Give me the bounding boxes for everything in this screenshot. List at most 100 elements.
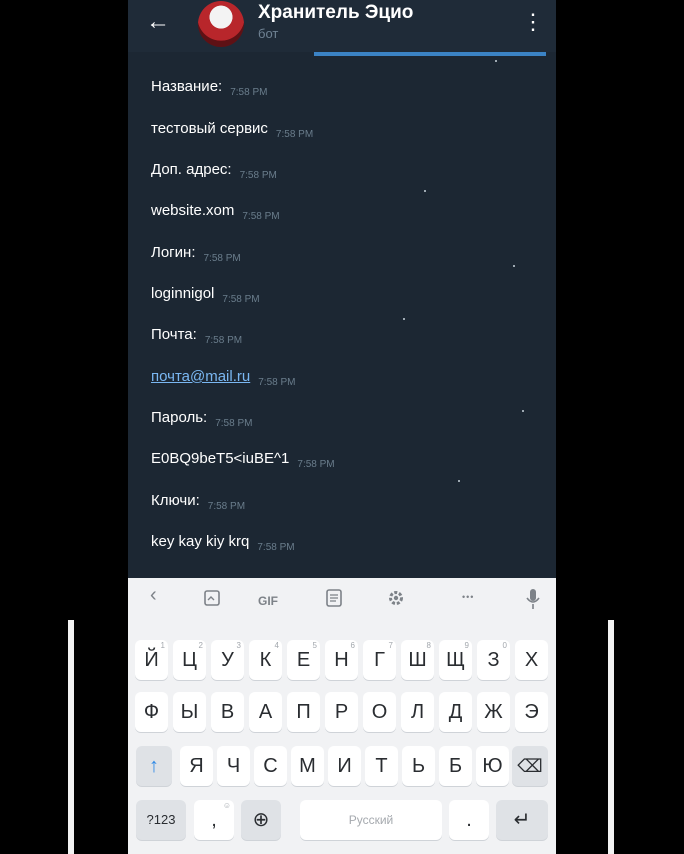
key-label: Ж bbox=[484, 701, 503, 723]
background-star bbox=[424, 190, 426, 192]
letter-key[interactable]: М bbox=[291, 746, 324, 786]
letter-key[interactable]: В bbox=[211, 692, 244, 732]
message-bubble: website.xom 7:58 PM bbox=[151, 202, 280, 222]
comma-key-secondary: ☺ bbox=[222, 801, 231, 810]
message-text: Пароль: bbox=[151, 409, 208, 426]
onscreen-keyboard: ‹ GIF ••• 1Й2Ц3У4К5Е6Н7Г8Ш9Щ0ЗХ ФЫВАПРОЛ… bbox=[128, 578, 556, 854]
letter-key[interactable]: 9Щ bbox=[439, 640, 472, 680]
key-label: Ш bbox=[408, 649, 427, 671]
letter-key[interactable]: Л bbox=[401, 692, 434, 732]
key-label: Е bbox=[296, 649, 311, 671]
letter-key[interactable]: 8Ш bbox=[401, 640, 434, 680]
letter-key[interactable]: Ж bbox=[477, 692, 510, 732]
kebab-menu-icon[interactable]: ⋮ bbox=[522, 8, 544, 36]
gif-button[interactable]: GIF bbox=[258, 594, 278, 608]
key-label: И bbox=[337, 755, 352, 777]
message-time: 7:58 PM bbox=[275, 129, 314, 140]
message-text: Ключи: bbox=[151, 492, 200, 509]
letter-key[interactable]: Д bbox=[439, 692, 472, 732]
key-label: З bbox=[487, 649, 500, 671]
letter-key[interactable]: Ы bbox=[173, 692, 206, 732]
loading-progress-bar bbox=[314, 52, 546, 56]
keyboard-row-3: ↑ ⌫ ЯЧСМИ Т ЬБЮ bbox=[128, 746, 556, 788]
key-label: В bbox=[220, 701, 235, 723]
background-star bbox=[522, 410, 524, 412]
letter-key[interactable]: С bbox=[254, 746, 287, 786]
letter-key[interactable]: Э bbox=[515, 692, 548, 732]
message-bubble: key kay kiy krq 7:58 PM bbox=[151, 533, 295, 553]
letter-key[interactable]: Ч bbox=[217, 746, 250, 786]
gear-icon[interactable] bbox=[386, 588, 406, 611]
key-label: А bbox=[258, 701, 273, 723]
message-bubble: loginnigol 7:58 PM bbox=[151, 285, 260, 305]
comma-key-label: , bbox=[211, 809, 217, 831]
period-key[interactable]: . bbox=[449, 800, 489, 840]
delete-key[interactable]: ⌫ bbox=[512, 746, 548, 786]
key-number-hint: 2 bbox=[198, 641, 203, 650]
letter-key[interactable]: 2Ц bbox=[173, 640, 206, 680]
letter-key[interactable]: А bbox=[249, 692, 282, 732]
message-bubble: Ключи: 7:58 PM bbox=[151, 492, 245, 512]
letter-key[interactable]: 7Г bbox=[363, 640, 396, 680]
key-label: П bbox=[296, 701, 311, 723]
message-text: Название: bbox=[151, 78, 223, 95]
key-number-hint: 4 bbox=[274, 641, 279, 650]
letter-key[interactable]: 1Й bbox=[135, 640, 168, 680]
letter-key[interactable]: П bbox=[287, 692, 320, 732]
message-bubble: Логин: 7:58 PM bbox=[151, 244, 241, 264]
key-number-hint: 8 bbox=[426, 641, 431, 650]
letter-key[interactable]: И bbox=[328, 746, 361, 786]
letter-key[interactable]: Р bbox=[325, 692, 358, 732]
arrow-left-icon[interactable]: ← bbox=[146, 8, 170, 36]
letter-key[interactable]: 4К bbox=[249, 640, 282, 680]
enter-key[interactable]: ↵ bbox=[496, 800, 548, 840]
key-label: Ч bbox=[226, 755, 241, 777]
key-label: Б bbox=[448, 755, 463, 777]
background-star bbox=[403, 318, 405, 320]
background-star bbox=[458, 480, 460, 482]
key-label: М bbox=[299, 755, 316, 777]
key-label: Й bbox=[144, 649, 159, 671]
key-label: Г bbox=[374, 649, 385, 671]
message-text: тестовый сервис bbox=[151, 120, 268, 137]
letter-key[interactable]: 3У bbox=[211, 640, 244, 680]
keyboard-row-4: ?123 ☺, ⊕ Русский . ↵ bbox=[128, 800, 556, 842]
letter-key[interactable]: 5Е bbox=[287, 640, 320, 680]
chat-title[interactable]: Хранитель Эцио bbox=[258, 2, 413, 24]
numbers-key[interactable]: ?123 bbox=[136, 800, 186, 840]
globe-icon[interactable]: ⊕ bbox=[241, 800, 281, 840]
space-bar[interactable]: Русский bbox=[300, 800, 442, 840]
letter-key[interactable]: Ф bbox=[135, 692, 168, 732]
letter-key[interactable]: Я bbox=[180, 746, 213, 786]
notes-icon[interactable] bbox=[325, 588, 343, 611]
message-text: E0BQ9beT5<iuBE^1 bbox=[151, 450, 290, 467]
letter-key[interactable]: 0З bbox=[477, 640, 510, 680]
microphone-icon[interactable] bbox=[526, 588, 540, 613]
chat-header: ← Хранитель Эцио бот ⋮ bbox=[128, 0, 556, 52]
email-link[interactable]: почта@mail.ru bbox=[151, 368, 250, 385]
key-label: К bbox=[259, 649, 272, 671]
key-number-hint: 5 bbox=[312, 641, 317, 650]
key-number-hint: 6 bbox=[350, 641, 355, 650]
letter-key[interactable]: Т bbox=[365, 746, 398, 786]
background-edge-left bbox=[68, 620, 74, 854]
background-star bbox=[513, 265, 515, 267]
letter-key[interactable]: Х bbox=[515, 640, 548, 680]
collapse-toolbar-button[interactable]: ‹ bbox=[150, 584, 157, 607]
clipboard-icon[interactable] bbox=[202, 588, 222, 611]
letter-key[interactable]: Ю bbox=[476, 746, 509, 786]
background-edge-right bbox=[608, 620, 614, 854]
letter-key[interactable]: Ь bbox=[402, 746, 435, 786]
letter-key[interactable]: О bbox=[363, 692, 396, 732]
more-options-button[interactable]: ••• bbox=[462, 592, 474, 602]
comma-key[interactable]: ☺, bbox=[194, 800, 234, 840]
key-label: Ы bbox=[180, 701, 199, 723]
message-text: website.xom bbox=[151, 202, 235, 219]
message-bubble: E0BQ9beT5<iuBE^1 7:58 PM bbox=[151, 450, 335, 470]
letter-key[interactable]: Б bbox=[439, 746, 472, 786]
shift-key[interactable]: ↑ bbox=[136, 746, 172, 786]
avatar[interactable] bbox=[198, 1, 244, 47]
key-number-hint: 3 bbox=[236, 641, 241, 650]
letter-key[interactable]: 6Н bbox=[325, 640, 358, 680]
keyboard-row-2: ФЫВ А П РОЛ ДЖЭ bbox=[128, 692, 556, 734]
